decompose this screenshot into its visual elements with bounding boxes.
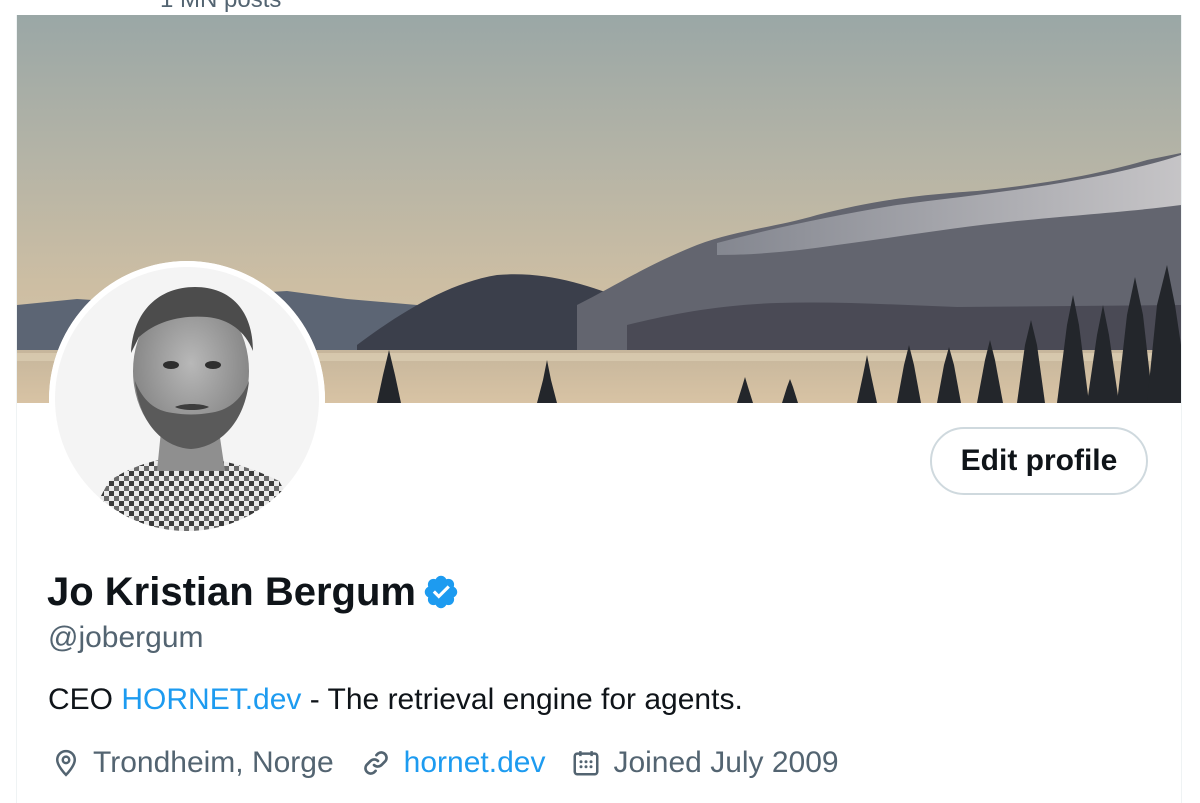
joined-item: Joined July 2009 bbox=[571, 743, 839, 783]
website-link[interactable]: hornet.dev bbox=[404, 743, 546, 783]
edit-profile-button[interactable]: Edit profile bbox=[930, 427, 1148, 495]
avatar-photo bbox=[49, 261, 325, 537]
profile-handle: @jobergum bbox=[48, 621, 204, 654]
top-header-strip: 1 MN posts bbox=[0, 0, 1200, 15]
location-item: Trondheim, Norge bbox=[51, 743, 334, 783]
bio-link[interactable]: HORNET.dev bbox=[121, 683, 301, 716]
calendar-icon bbox=[573, 751, 599, 776]
bio-suffix: - The retrieval engine for agents. bbox=[309, 683, 743, 716]
website-item[interactable]: hornet.dev bbox=[360, 743, 546, 783]
bio-prefix: CEO bbox=[48, 683, 114, 716]
profile-bio: CEO HORNET.dev - The retrieval engine fo… bbox=[48, 681, 743, 719]
profile-column: Edit profile Jo Kristian Bergum @jobergu… bbox=[16, 15, 1182, 803]
profile-name-row: Jo Kristian Bergum bbox=[47, 568, 460, 616]
post-count: 1 MN posts bbox=[160, 0, 281, 14]
link-icon bbox=[363, 751, 388, 775]
verified-badge-icon[interactable] bbox=[422, 573, 460, 611]
location-text: Trondheim, Norge bbox=[93, 746, 334, 779]
profile-meta-row: Trondheim, Norge hornet.dev Joined July … bbox=[51, 743, 839, 783]
joined-text: Joined July 2009 bbox=[613, 746, 839, 779]
profile-avatar[interactable] bbox=[49, 261, 325, 537]
display-name: Jo Kristian Bergum bbox=[47, 570, 416, 614]
location-pin-icon bbox=[55, 749, 77, 777]
